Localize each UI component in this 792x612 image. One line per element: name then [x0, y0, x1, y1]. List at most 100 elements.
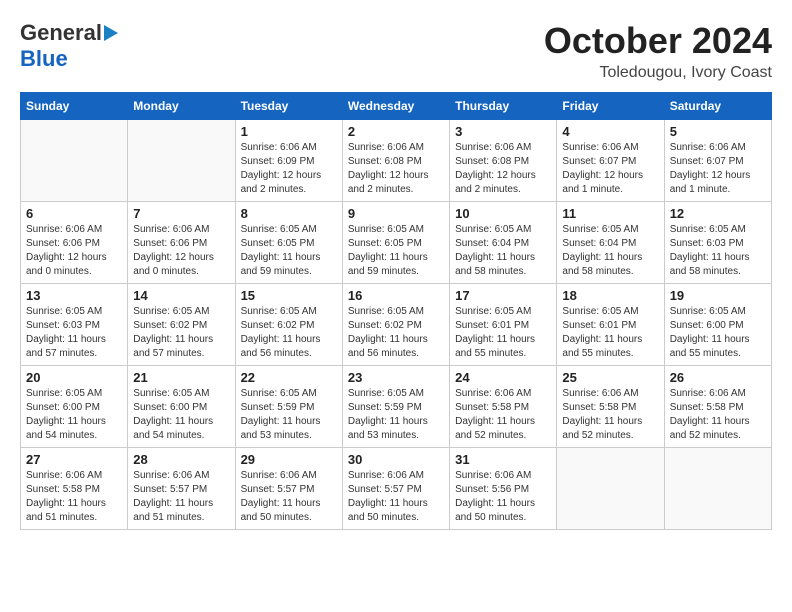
day-number: 21: [133, 370, 229, 385]
calendar-cell: 22 Sunrise: 6:05 AM Sunset: 5:59 PM Dayli…: [235, 366, 342, 448]
day-number: 3: [455, 124, 551, 139]
calendar-week-row: 1Sunrise: 6:06 AM Sunset: 6:09 PM Daylig…: [21, 120, 772, 202]
day-number: 5: [670, 124, 766, 139]
calendar-header-monday: Monday: [128, 93, 235, 120]
day-number: 11: [562, 206, 658, 221]
day-info: Sunrise: 6:06 AM Sunset: 5:58 PM Dayligh…: [562, 387, 658, 443]
day-info: Sunrise: 6:06 AM Sunset: 5:57 PM Dayligh…: [241, 469, 337, 525]
day-info: Sunrise: 6:06 AM Sunset: 6:08 PM Dayligh…: [455, 141, 551, 197]
calendar-cell: [128, 120, 235, 202]
logo-general-text: General: [20, 20, 102, 46]
calendar-cell: 5 Sunrise: 6:06 AM Sunset: 6:07 PM Daylig…: [664, 120, 771, 202]
calendar-week-row: 6 Sunrise: 6:06 AM Sunset: 6:06 PM Daylig…: [21, 202, 772, 284]
calendar-cell: 18Sunrise: 6:05 AM Sunset: 6:01 PM Dayli…: [557, 284, 664, 366]
day-number: 12: [670, 206, 766, 221]
calendar-cell: 9 Sunrise: 6:05 AM Sunset: 6:05 PM Daylig…: [342, 202, 449, 284]
calendar-cell: 27Sunrise: 6:06 AM Sunset: 5:58 PM Dayli…: [21, 448, 128, 530]
calendar-cell: 3 Sunrise: 6:06 AM Sunset: 6:08 PM Daylig…: [450, 120, 557, 202]
day-info: Sunrise: 6:05 AM Sunset: 6:04 PM Dayligh…: [562, 223, 658, 279]
day-info: Sunrise: 6:05 AM Sunset: 6:03 PM Dayligh…: [26, 305, 122, 361]
day-number: 25: [562, 370, 658, 385]
day-info: Sunrise: 6:05 AM Sunset: 6:05 PM Dayligh…: [241, 223, 337, 279]
calendar-cell: 8 Sunrise: 6:05 AM Sunset: 6:05 PM Daylig…: [235, 202, 342, 284]
day-number: 23: [348, 370, 444, 385]
calendar-cell: 29Sunrise: 6:06 AM Sunset: 5:57 PM Dayli…: [235, 448, 342, 530]
logo-arrow-icon: [104, 25, 118, 41]
day-info: Sunrise: 6:06 AM Sunset: 5:57 PM Dayligh…: [348, 469, 444, 525]
logo: General Blue: [20, 20, 118, 72]
day-info: Sunrise: 6:05 AM Sunset: 5:59 PM Dayligh…: [241, 387, 337, 443]
day-number: 19: [670, 288, 766, 303]
location-subtitle: Toledougou, Ivory Coast: [544, 64, 772, 82]
calendar-header-thursday: Thursday: [450, 93, 557, 120]
day-number: 28: [133, 452, 229, 467]
day-number: 1: [241, 124, 337, 139]
day-number: 31: [455, 452, 551, 467]
calendar-cell: 30 Sunrise: 6:06 AM Sunset: 5:57 PM Dayli…: [342, 448, 449, 530]
day-number: 6: [26, 206, 122, 221]
calendar-cell: [21, 120, 128, 202]
calendar-cell: 23 Sunrise: 6:05 AM Sunset: 5:59 PM Dayli…: [342, 366, 449, 448]
calendar-cell: 20 Sunrise: 6:05 AM Sunset: 6:00 PM Dayli…: [21, 366, 128, 448]
day-info: Sunrise: 6:06 AM Sunset: 6:07 PM Dayligh…: [562, 141, 658, 197]
calendar-week-row: 13 Sunrise: 6:05 AM Sunset: 6:03 PM Dayli…: [21, 284, 772, 366]
day-number: 9: [348, 206, 444, 221]
day-info: Sunrise: 6:06 AM Sunset: 6:06 PM Dayligh…: [133, 223, 229, 279]
calendar-cell: 16Sunrise: 6:05 AM Sunset: 6:02 PM Dayli…: [342, 284, 449, 366]
calendar-cell: 24 Sunrise: 6:06 AM Sunset: 5:58 PM Dayli…: [450, 366, 557, 448]
day-info: Sunrise: 6:06 AM Sunset: 6:06 PM Dayligh…: [26, 223, 122, 279]
month-title: October 2024: [544, 20, 772, 62]
calendar-cell: 28 Sunrise: 6:06 AM Sunset: 5:57 PM Dayli…: [128, 448, 235, 530]
logo-blue-text: Blue: [20, 46, 68, 72]
calendar-cell: [557, 448, 664, 530]
day-info: Sunrise: 6:06 AM Sunset: 6:07 PM Dayligh…: [670, 141, 766, 197]
calendar-cell: 1Sunrise: 6:06 AM Sunset: 6:09 PM Daylig…: [235, 120, 342, 202]
day-number: 13: [26, 288, 122, 303]
day-info: Sunrise: 6:05 AM Sunset: 6:04 PM Dayligh…: [455, 223, 551, 279]
day-info: Sunrise: 6:06 AM Sunset: 6:08 PM Dayligh…: [348, 141, 444, 197]
day-info: Sunrise: 6:06 AM Sunset: 5:58 PM Dayligh…: [455, 387, 551, 443]
calendar-cell: 21 Sunrise: 6:05 AM Sunset: 6:00 PM Dayli…: [128, 366, 235, 448]
day-number: 22: [241, 370, 337, 385]
calendar-week-row: 27Sunrise: 6:06 AM Sunset: 5:58 PM Dayli…: [21, 448, 772, 530]
calendar-cell: 14 Sunrise: 6:05 AM Sunset: 6:02 PM Dayli…: [128, 284, 235, 366]
day-info: Sunrise: 6:05 AM Sunset: 6:02 PM Dayligh…: [133, 305, 229, 361]
day-number: 24: [455, 370, 551, 385]
calendar-cell: 26Sunrise: 6:06 AM Sunset: 5:58 PM Dayli…: [664, 366, 771, 448]
calendar-table: SundayMondayTuesdayWednesdayThursdayFrid…: [20, 92, 772, 530]
calendar-header-sunday: Sunday: [21, 93, 128, 120]
calendar-cell: 11 Sunrise: 6:05 AM Sunset: 6:04 PM Dayli…: [557, 202, 664, 284]
day-info: Sunrise: 6:06 AM Sunset: 5:57 PM Dayligh…: [133, 469, 229, 525]
calendar-header-saturday: Saturday: [664, 93, 771, 120]
day-number: 30: [348, 452, 444, 467]
day-number: 27: [26, 452, 122, 467]
calendar-cell: 15Sunrise: 6:05 AM Sunset: 6:02 PM Dayli…: [235, 284, 342, 366]
day-info: Sunrise: 6:05 AM Sunset: 6:01 PM Dayligh…: [455, 305, 551, 361]
day-info: Sunrise: 6:05 AM Sunset: 6:02 PM Dayligh…: [241, 305, 337, 361]
day-info: Sunrise: 6:05 AM Sunset: 5:59 PM Dayligh…: [348, 387, 444, 443]
calendar-week-row: 20 Sunrise: 6:05 AM Sunset: 6:00 PM Dayli…: [21, 366, 772, 448]
day-number: 10: [455, 206, 551, 221]
day-number: 26: [670, 370, 766, 385]
day-info: Sunrise: 6:05 AM Sunset: 6:00 PM Dayligh…: [26, 387, 122, 443]
calendar-cell: 13 Sunrise: 6:05 AM Sunset: 6:03 PM Dayli…: [21, 284, 128, 366]
calendar-header-friday: Friday: [557, 93, 664, 120]
calendar-cell: 2Sunrise: 6:06 AM Sunset: 6:08 PM Daylig…: [342, 120, 449, 202]
calendar-cell: 31Sunrise: 6:06 AM Sunset: 5:56 PM Dayli…: [450, 448, 557, 530]
title-area: October 2024 Toledougou, Ivory Coast: [544, 20, 772, 82]
calendar-header-row: SundayMondayTuesdayWednesdayThursdayFrid…: [21, 93, 772, 120]
day-info: Sunrise: 6:05 AM Sunset: 6:00 PM Dayligh…: [133, 387, 229, 443]
calendar-cell: 17Sunrise: 6:05 AM Sunset: 6:01 PM Dayli…: [450, 284, 557, 366]
calendar-header-tuesday: Tuesday: [235, 93, 342, 120]
day-number: 8: [241, 206, 337, 221]
calendar-cell: [664, 448, 771, 530]
day-info: Sunrise: 6:05 AM Sunset: 6:05 PM Dayligh…: [348, 223, 444, 279]
day-number: 14: [133, 288, 229, 303]
day-number: 20: [26, 370, 122, 385]
calendar-cell: 25 Sunrise: 6:06 AM Sunset: 5:58 PM Dayli…: [557, 366, 664, 448]
calendar-cell: 12Sunrise: 6:05 AM Sunset: 6:03 PM Dayli…: [664, 202, 771, 284]
day-info: Sunrise: 6:05 AM Sunset: 6:02 PM Dayligh…: [348, 305, 444, 361]
calendar-cell: 7Sunrise: 6:06 AM Sunset: 6:06 PM Daylig…: [128, 202, 235, 284]
calendar-cell: 4Sunrise: 6:06 AM Sunset: 6:07 PM Daylig…: [557, 120, 664, 202]
calendar-cell: 19Sunrise: 6:05 AM Sunset: 6:00 PM Dayli…: [664, 284, 771, 366]
